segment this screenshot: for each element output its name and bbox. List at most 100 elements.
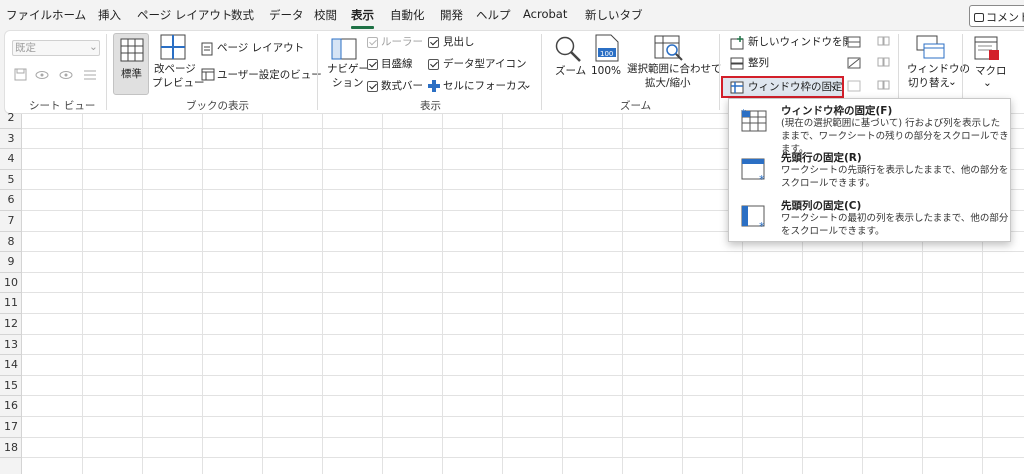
row-header[interactable]: 12 (0, 317, 22, 330)
navigation-label-2[interactable]: ション (332, 77, 364, 90)
navigation-label-1[interactable]: ナビゲー (327, 63, 369, 76)
freeze-panes-menu: * ウィンドウ枠の固定(F) (現在の選択範囲に基づいて) 行および列を表示した… (728, 98, 1011, 242)
data-icons-checkbox[interactable] (428, 59, 439, 70)
row-gridline (22, 271, 1024, 273)
zoom-to-selection-label-2[interactable]: 拡大/縮小 (645, 77, 691, 90)
tab-help[interactable]: ヘルプ (476, 7, 511, 27)
ruler-label: ルーラー (381, 36, 423, 48)
tab-file[interactable]: ファイル (6, 7, 52, 27)
row-header-divider (0, 436, 22, 438)
row-header[interactable]: 17 (0, 420, 22, 433)
chevron-down-icon[interactable]: ⌄ (523, 79, 532, 92)
tab-automate[interactable]: 自動化 (390, 7, 425, 27)
headings-checkbox[interactable] (428, 37, 439, 48)
freeze-top-row-desc: ワークシートの先頭行を表示したままで、他の部分をスクロールできます。 (781, 165, 1009, 189)
workbook-views-group-label: ブックの表示 (186, 100, 249, 112)
row-header[interactable]: 10 (0, 276, 22, 289)
row-header[interactable]: 8 (0, 235, 22, 248)
custom-views-icon (201, 68, 215, 81)
row-header[interactable]: 15 (0, 379, 22, 392)
divider (541, 34, 542, 110)
row-header-divider (0, 168, 22, 170)
row-header-divider (0, 251, 22, 253)
divider (106, 34, 107, 110)
row-header-divider (0, 354, 22, 356)
column-gridline (262, 114, 263, 474)
normal-view-button[interactable]: 標準 (113, 33, 149, 95)
tab-acrobat[interactable]: Acrobat (523, 7, 567, 27)
tab-data[interactable]: データ (269, 7, 304, 27)
side-by-side-icons[interactable] (877, 36, 891, 98)
row-header[interactable]: 9 (0, 255, 22, 268)
chevron-down-icon: ⌄ (829, 79, 838, 91)
row-gridline (22, 313, 1024, 314)
tab-new-tab[interactable]: 新しいタブ (585, 7, 643, 27)
tab-page-layout[interactable]: ページ レイアウト (137, 7, 232, 27)
tab-developer[interactable]: 開発 (440, 7, 463, 27)
macros-icon[interactable] (974, 36, 1000, 62)
row-header[interactable]: 7 (0, 214, 22, 227)
freeze-first-column-icon: * (741, 205, 765, 231)
page-layout-button[interactable]: ページ レイアウト (217, 42, 304, 55)
arrange-all-button[interactable]: 整列 (748, 57, 769, 70)
new-window-icon (730, 36, 744, 50)
svg-text:100: 100 (600, 50, 613, 58)
tab-view[interactable]: 表示 (351, 7, 374, 29)
custom-views-button[interactable]: ユーザー設定のビュー (217, 69, 322, 82)
tab-formulas[interactable]: 数式 (231, 7, 254, 27)
ruler-checkbox[interactable] (367, 37, 378, 48)
row-header[interactable]: 2 (0, 111, 22, 124)
row-header-divider (0, 148, 22, 150)
freeze-panes-option-icon: * (741, 108, 767, 132)
freeze-top-row-item[interactable]: * 先頭行の固定(R) ワークシートの先頭行を表示したままで、他の部分をスクロー… (729, 148, 1010, 194)
column-gridline (142, 114, 143, 474)
row-header[interactable]: 4 (0, 152, 22, 165)
page-break-preview-label-2[interactable]: プレビュー (152, 77, 205, 90)
column-gridline (382, 114, 383, 474)
switch-windows-icon[interactable] (916, 35, 946, 61)
column-gridline (562, 114, 563, 474)
freeze-panes-item[interactable]: * ウィンドウ枠の固定(F) (現在の選択範囲に基づいて) 行および列を表示した… (729, 99, 1010, 155)
freeze-panes-button[interactable]: ウィンドウ枠の固定 ⌄ (721, 76, 844, 98)
row-header-divider (0, 457, 22, 459)
zoom-label[interactable]: ズーム (555, 65, 586, 78)
row-gridline (22, 374, 1024, 376)
row-header[interactable]: 6 (0, 193, 22, 206)
row-header-divider (0, 230, 22, 232)
zoom-100-label[interactable]: 100% (591, 65, 621, 78)
freeze-first-column-title: 先頭列の固定(C) (781, 200, 862, 212)
freeze-first-column-item[interactable]: * 先頭列の固定(C) ワークシートの最初の列を表示したままで、他の部分をスクロ… (729, 195, 1010, 241)
row-gridline (22, 436, 1024, 438)
chevron-down-icon[interactable]: ⌄ (983, 77, 992, 90)
row-header[interactable]: 5 (0, 173, 22, 186)
page-break-preview-icon[interactable] (160, 34, 186, 60)
tab-insert[interactable]: 挿入 (98, 7, 121, 27)
chevron-down-icon[interactable]: ⌄ (948, 76, 957, 89)
zoom-100-icon[interactable]: 100 (594, 34, 620, 62)
row-header-divider (0, 416, 22, 417)
formula-bar-checkbox[interactable] (367, 81, 378, 92)
zoom-magnifier-icon[interactable] (554, 35, 582, 63)
switch-windows-label-2[interactable]: 切り替え (908, 77, 950, 90)
zoom-to-selection-icon[interactable] (654, 35, 684, 61)
comment-icon (974, 13, 984, 22)
row-header[interactable]: 13 (0, 338, 22, 351)
row-header[interactable]: 16 (0, 399, 22, 412)
focus-cell-button[interactable]: セルにフォーカス (443, 80, 527, 93)
page-break-preview-label-1[interactable]: 改ページ (154, 63, 196, 76)
window-option-icons[interactable] (847, 36, 861, 98)
row-header[interactable]: 18 (0, 441, 22, 454)
freeze-panes-icon (730, 81, 744, 94)
comments-button[interactable]: コメント (969, 5, 1024, 27)
row-header-divider (0, 127, 22, 129)
row-header[interactable]: 11 (0, 296, 22, 309)
tab-home[interactable]: ホーム (52, 7, 86, 27)
gridlines-checkbox[interactable] (367, 59, 378, 70)
navigation-pane-icon[interactable] (331, 38, 357, 60)
row-header-divider (0, 374, 22, 376)
row-header[interactable]: 3 (0, 132, 22, 145)
zoom-to-selection-label-1[interactable]: 選択範囲に合わせて (627, 63, 722, 76)
row-header[interactable]: 14 (0, 358, 22, 371)
switch-windows-label-1[interactable]: ウィンドウの (907, 63, 970, 76)
tab-review[interactable]: 校閲 (314, 7, 337, 27)
